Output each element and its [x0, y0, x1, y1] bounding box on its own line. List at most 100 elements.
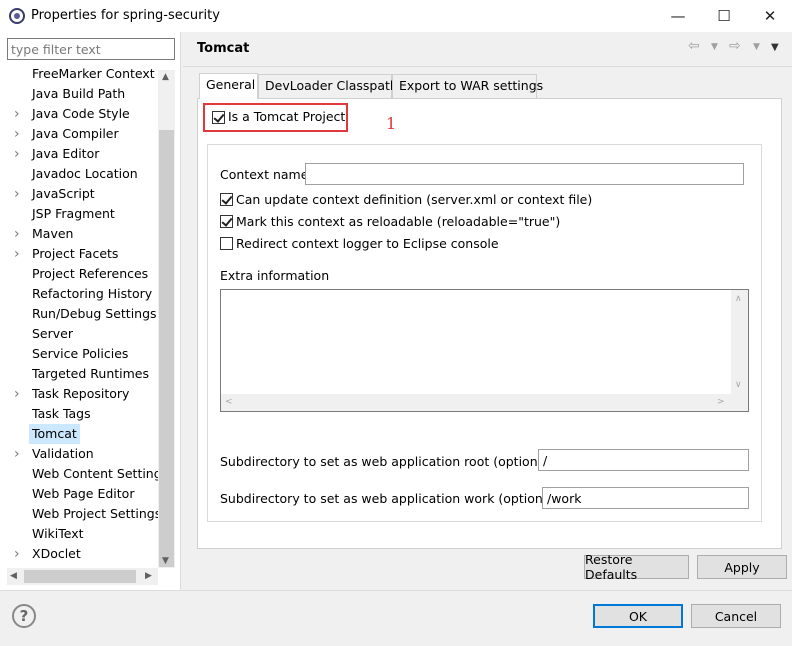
sidebar-item[interactable]: Task Tags — [14, 404, 164, 424]
sidebar-item[interactable]: Web Content Settings — [14, 464, 164, 484]
sidebar: FreeMarker ContextJava Build Path›Java C… — [0, 32, 181, 590]
sidebar-item[interactable]: Java Build Path — [14, 84, 164, 104]
forward-arrow-icon[interactable]: ⇨ — [729, 38, 741, 54]
close-icon: ✕ — [763, 6, 777, 25]
work-dir-input[interactable] — [542, 487, 749, 509]
scroll-left-icon[interactable]: < — [225, 397, 233, 407]
minimize-button[interactable]: — — [655, 0, 701, 31]
back-arrow-icon[interactable]: ⇦ — [688, 38, 700, 54]
tab-export-war-settings[interactable]: Export to WAR settings — [392, 74, 543, 98]
expand-chevron-icon[interactable]: › — [14, 184, 32, 204]
maximize-button[interactable]: ☐ — [701, 0, 747, 31]
scroll-right-icon[interactable]: > — [717, 397, 725, 407]
sidebar-item[interactable]: › Java Compiler — [14, 124, 164, 144]
expand-chevron-icon[interactable]: › — [14, 104, 32, 124]
eclipse-app-icon — [9, 8, 25, 24]
expand-chevron-icon[interactable]: › — [14, 244, 32, 264]
sidebar-item-label: Tomcat — [29, 424, 80, 444]
tab-general-label: General — [206, 77, 256, 92]
sidebar-item[interactable]: › XDoclet — [14, 544, 164, 564]
extra-info-horizontal-scrollbar[interactable] — [221, 394, 731, 411]
minimize-icon: — — [670, 6, 686, 25]
sidebar-item[interactable]: Web Page Editor — [14, 484, 164, 504]
scroll-down-icon[interactable]: ∨ — [735, 380, 742, 390]
back-history-chevron-icon[interactable]: ▼ — [711, 42, 718, 52]
reloadable-label: Mark this context as reloadable (reloada… — [236, 214, 561, 229]
sidebar-item-label: Maven — [32, 226, 74, 241]
sidebar-item[interactable]: FreeMarker Context — [14, 64, 164, 84]
sidebar-item[interactable]: Service Policies — [14, 344, 164, 364]
scroll-down-icon[interactable]: ▼ — [162, 556, 169, 566]
sidebar-item-label: XDoclet — [32, 546, 81, 561]
sidebar-vertical-scroll-thumb[interactable] — [159, 130, 174, 567]
sidebar-item-label: WikiText — [32, 526, 84, 541]
filter-input[interactable] — [7, 38, 175, 60]
tab-devloader-label: DevLoader Classpath — [265, 78, 398, 93]
sidebar-item[interactable]: Targeted Runtimes — [14, 364, 164, 384]
window-title: Properties for spring-security — [31, 8, 220, 23]
help-icon[interactable]: ? — [12, 604, 36, 628]
sidebar-item[interactable]: Refactoring History — [14, 284, 164, 304]
sidebar-item[interactable]: Web Project Settings — [14, 504, 164, 524]
sidebar-item[interactable]: Run/Debug Settings — [14, 304, 164, 324]
sidebar-item-label: FreeMarker Context — [32, 66, 155, 81]
can-update-context-checkbox[interactable] — [220, 193, 233, 206]
sidebar-item-label: JSP Fragment — [32, 206, 115, 221]
sidebar-item-label: Java Build Path — [32, 86, 126, 101]
sidebar-item-label: JavaScript — [32, 186, 95, 201]
sidebar-item-label: Project Facets — [32, 246, 119, 261]
sidebar-item[interactable]: Server — [14, 324, 164, 344]
sidebar-item[interactable]: › Java Code Style — [14, 104, 164, 124]
expand-chevron-icon[interactable]: › — [14, 144, 32, 164]
webapp-root-input[interactable] — [538, 449, 749, 471]
tab-general[interactable]: General — [199, 73, 258, 99]
sidebar-item-label: Java Editor — [32, 146, 100, 161]
sidebar-item-label: Targeted Runtimes — [32, 366, 149, 381]
sidebar-item[interactable]: Javadoc Location — [14, 164, 164, 184]
tab-devloader-classpath[interactable]: DevLoader Classpath — [258, 74, 398, 98]
sidebar-item[interactable]: › Validation — [14, 444, 164, 464]
apply-button[interactable]: Apply — [697, 555, 787, 579]
expand-chevron-icon[interactable]: › — [14, 224, 32, 244]
sidebar-horizontal-scroll-thumb[interactable] — [24, 570, 136, 583]
forward-history-chevron-icon[interactable]: ▼ — [753, 42, 760, 52]
redirect-logger-checkbox[interactable] — [220, 237, 233, 250]
dropdown-menu-icon[interactable]: ▼ — [771, 42, 779, 53]
sidebar-item-label: Run/Debug Settings — [32, 306, 157, 321]
expand-chevron-icon[interactable]: › — [14, 444, 32, 464]
scroll-right-icon[interactable]: ▶ — [145, 571, 152, 581]
reloadable-checkbox[interactable] — [220, 215, 233, 228]
scroll-up-icon[interactable]: ▲ — [162, 72, 169, 82]
sidebar-item[interactable]: › Project Facets — [14, 244, 164, 264]
ok-button[interactable]: OK — [593, 604, 683, 628]
sidebar-item-label: Web Project Settings — [32, 506, 162, 521]
expand-chevron-icon[interactable]: › — [14, 544, 32, 564]
sidebar-item[interactable]: › Java Editor — [14, 144, 164, 164]
close-button[interactable]: ✕ — [747, 0, 792, 31]
annotation-highlight-box — [203, 103, 348, 132]
scroll-up-icon[interactable]: ∧ — [735, 294, 742, 304]
extra-info-vertical-scrollbar[interactable] — [731, 290, 748, 394]
sidebar-item[interactable]: Project References — [14, 264, 164, 284]
expand-chevron-icon[interactable]: › — [14, 384, 32, 404]
scrollbar-corner — [731, 394, 748, 411]
sidebar-item-label: Project References — [32, 266, 149, 281]
sidebar-item-label: Web Page Editor — [32, 486, 135, 501]
sidebar-item-label: Java Compiler — [32, 126, 119, 141]
context-name-input[interactable] — [305, 163, 744, 185]
sidebar-item[interactable]: Tomcat — [14, 424, 164, 444]
annotation-number: 1 — [386, 114, 397, 133]
work-dir-label: Subdirectory to set as web application w… — [220, 491, 559, 506]
context-name-label: Context name — [220, 167, 309, 182]
restore-defaults-button[interactable]: Restore Defaults — [584, 552, 689, 582]
scroll-left-icon[interactable]: ◀ — [10, 571, 17, 581]
sidebar-item[interactable]: › Maven — [14, 224, 164, 244]
sidebar-item-label: Validation — [32, 446, 94, 461]
sidebar-item[interactable]: JSP Fragment — [14, 204, 164, 224]
sidebar-item[interactable]: WikiText — [14, 524, 164, 544]
sidebar-item-label: Task Repository — [32, 386, 130, 401]
expand-chevron-icon[interactable]: › — [14, 124, 32, 144]
sidebar-item[interactable]: › Task Repository — [14, 384, 164, 404]
sidebar-item[interactable]: › JavaScript — [14, 184, 164, 204]
cancel-button[interactable]: Cancel — [691, 604, 781, 628]
